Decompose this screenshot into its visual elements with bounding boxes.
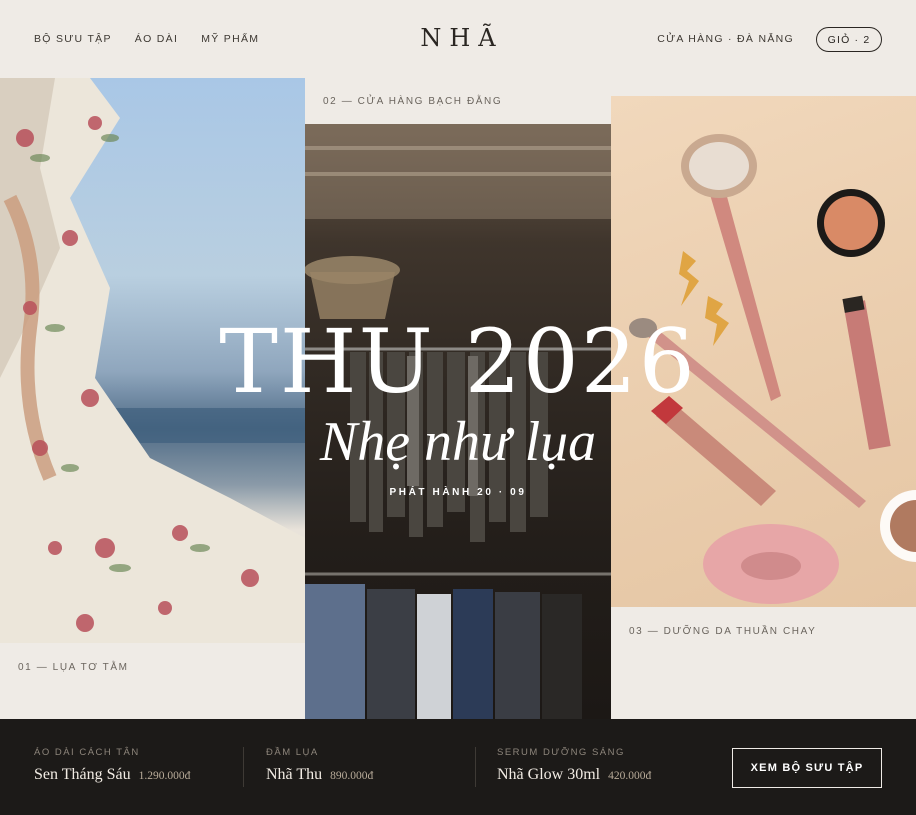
divider (243, 747, 244, 787)
product-category: ĐẦM LỤA (266, 747, 319, 758)
product-item[interactable]: ĐẦM LỤA Nhã Thu 890.000đ (266, 747, 373, 784)
product-name: Sen Tháng Sáu (34, 766, 131, 783)
product-category: SERUM DƯỠNG SÁNG (497, 747, 625, 758)
product-category: ÁO DÀI CÁCH TÂN (34, 747, 140, 758)
view-collection-button[interactable]: XEM BỘ SƯU TẬP (732, 748, 882, 788)
product-price: 890.000đ (330, 770, 374, 782)
panel-caption-cosmetics: 03 — DƯỠNG DA THUẦN CHAY (629, 626, 817, 637)
product-item[interactable]: SERUM DƯỠNG SÁNG Nhã Glow 30ml 420.000đ (497, 747, 651, 784)
store-location-link[interactable]: CỬA HÀNG · ĐÀ NẴNG (657, 33, 794, 45)
hero-subtitle: Nhẹ như lụa (319, 411, 597, 473)
product-price: 1.290.000đ (138, 770, 191, 782)
site-header: BỘ SƯU TẬP ÁO DÀI MỸ PHẨM NHÃ CỬA HÀNG ·… (0, 0, 916, 78)
divider (475, 747, 476, 787)
hero-title: THU 2026 (219, 310, 697, 413)
product-bar: ÁO DÀI CÁCH TÂN Sen Tháng Sáu 1.290.000đ … (0, 719, 916, 815)
cart-button[interactable]: GIỎ · 2 (816, 27, 882, 52)
panel-caption-silk: 01 — LỤA TƠ TẰM (18, 662, 129, 673)
hero-release-date: PHÁT HÀNH 20 · 09 (389, 487, 527, 498)
panel-caption-boutique: 02 — CỬA HÀNG BẠCH ĐẰNG (323, 96, 503, 107)
product-item[interactable]: ÁO DÀI CÁCH TÂN Sen Tháng Sáu 1.290.000đ (34, 747, 190, 784)
product-name: Nhã Glow 30ml (497, 766, 601, 783)
product-name: Nhã Thu (266, 766, 323, 783)
product-price: 420.000đ (608, 770, 652, 782)
